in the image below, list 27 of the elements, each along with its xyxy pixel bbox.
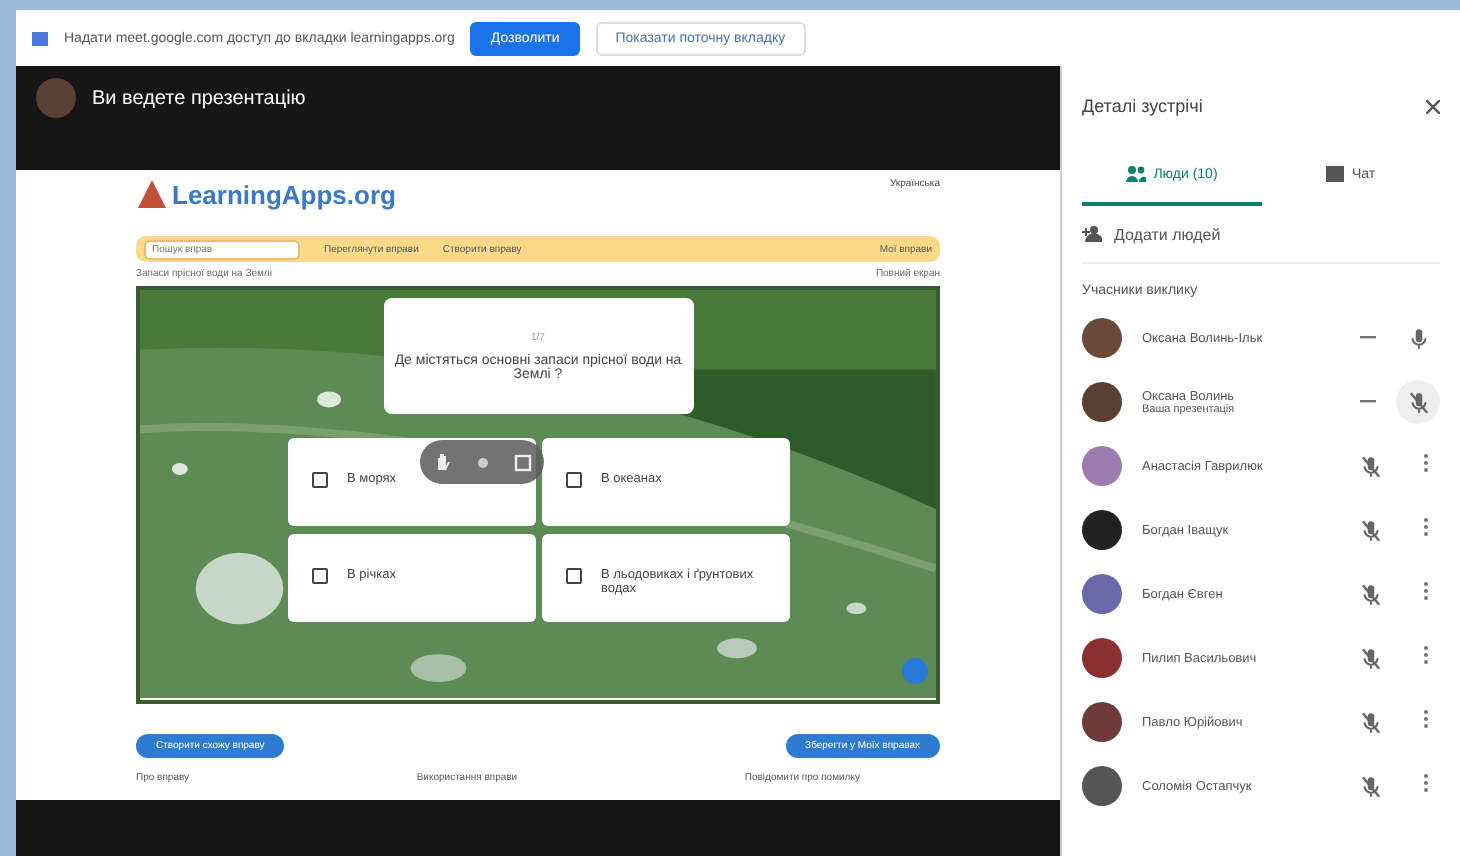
panel-title: Деталі зустрічі <box>1082 96 1203 116</box>
site-logo[interactable]: LearningApps.org <box>172 180 396 210</box>
muted-mic-icon[interactable] <box>1357 709 1383 735</box>
muted-mic-icon[interactable] <box>1357 773 1383 799</box>
checkbox[interactable] <box>311 472 327 488</box>
muted-mic-icon[interactable] <box>1357 453 1383 479</box>
mic-icon[interactable] <box>1405 325 1431 351</box>
muted-mic-icon[interactable] <box>1357 645 1383 671</box>
checkbox[interactable] <box>565 472 581 488</box>
logo-icon <box>136 178 168 210</box>
presentation-title: Ви ведете презентацію <box>92 88 306 110</box>
dot-icon <box>477 457 487 467</box>
muted-mic-icon[interactable] <box>1357 581 1383 607</box>
checkbox[interactable] <box>565 568 581 584</box>
presenter-controls[interactable] <box>420 440 544 484</box>
avatar <box>36 78 76 118</box>
dash-icon <box>1360 400 1376 404</box>
muted-mic-icon[interactable] <box>1357 517 1383 543</box>
dash-icon <box>1360 336 1376 340</box>
people-icon <box>1125 166 1146 182</box>
muted-mic-icon[interactable] <box>1405 389 1431 415</box>
window-icon <box>32 31 48 45</box>
add-people-button[interactable]: Додати людей <box>1082 206 1440 264</box>
add-person-icon <box>1082 226 1102 242</box>
hand-icon[interactable] <box>433 452 451 472</box>
checkbox[interactable] <box>311 568 327 584</box>
stop-icon[interactable] <box>513 453 531 471</box>
